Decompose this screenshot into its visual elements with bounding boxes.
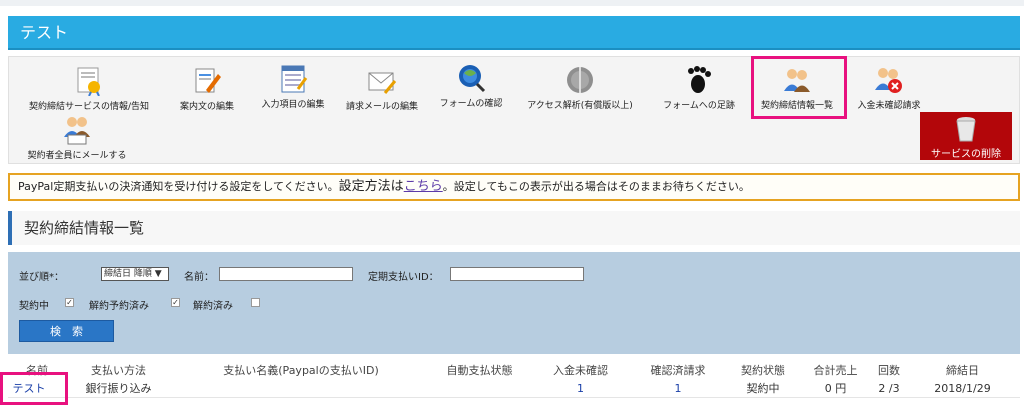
cell-total-sales: 0 円 xyxy=(824,382,847,395)
toolbar-label: 入金未確認請求 xyxy=(857,101,921,111)
toolbar-label: 入力項目の編集 xyxy=(261,100,325,110)
toolbar-label: 契約者全員にメールする xyxy=(27,151,127,161)
search-panel: 並び順*： 締結日 降順 ▼ 名前： 定期支払いID： 契約中 ✓ 解約予約済み… xyxy=(8,252,1020,354)
footprint-icon xyxy=(684,65,714,95)
toolbar-item-unpaid[interactable]: 入金未確認請求 xyxy=(849,65,929,111)
status-cancelled-label: 解約済み xyxy=(193,301,233,312)
service-title: テスト xyxy=(8,16,1020,50)
form-list-icon xyxy=(278,64,308,94)
toolbar-item-footprint[interactable]: フォームへの足跡 xyxy=(651,65,747,111)
notice-text: PayPal定期支払いの決済通知を受け付ける設定をしてください。 xyxy=(18,180,339,193)
name-label: 名前： xyxy=(184,272,214,283)
status-scheduled-label: 解約予約済み xyxy=(89,301,149,312)
users-mail-icon xyxy=(62,115,92,145)
toolbar-item-guide-edit[interactable]: 案内文の編集 xyxy=(169,66,245,112)
notice-text-after: 。設定してもこの表示が出る場合はそのままお待ちください。 xyxy=(442,180,750,193)
row-highlight-frame xyxy=(0,372,68,405)
col-header: 入金未確認 xyxy=(553,364,608,377)
highlight-frame xyxy=(751,56,847,119)
table-header: 名前 支払い方法 支払い名義(Paypalの支払いID) 自動支払状態 入金未確… xyxy=(8,362,1020,380)
cell-auto-status xyxy=(431,380,528,398)
toolbar-item-mail-all[interactable]: 契約者全員にメールする xyxy=(19,115,135,161)
toolbar-label: フォームへの足跡 xyxy=(663,101,735,111)
top-strip xyxy=(0,0,1024,6)
toolbar-label: フォームの確認 xyxy=(439,99,503,109)
status-active-checkbox[interactable]: ✓ xyxy=(65,298,74,307)
notice-link[interactable]: こちら xyxy=(404,179,443,194)
section-title: 契約締結情報一覧 xyxy=(8,211,1020,245)
document-edit-icon xyxy=(192,66,222,96)
cell-contract-status: 契約中 xyxy=(746,382,780,395)
status-cancelled-checkbox[interactable] xyxy=(251,298,260,307)
toolbar-item-input-edit[interactable]: 入力項目の編集 xyxy=(253,64,333,110)
toolbar-item-service-info[interactable]: 契約締結サービスの情報/告知 xyxy=(19,66,159,112)
search-button[interactable]: 検 索 xyxy=(19,320,114,342)
cell-confirmed[interactable]: 1 xyxy=(633,380,723,398)
col-header: 回数 xyxy=(878,364,900,377)
col-header: 合計売上 xyxy=(813,364,858,377)
analytics-icon xyxy=(565,65,595,95)
delete-service-label: サービスの削除 xyxy=(931,149,1001,160)
col-header: 自動支払状態 xyxy=(446,364,513,377)
trash-icon xyxy=(956,117,976,142)
sort-select[interactable]: 締結日 降順 ▼ xyxy=(101,267,169,281)
cell-count: 2 /3 xyxy=(878,382,900,395)
sub-id-label: 定期支払いID： xyxy=(368,272,439,283)
mail-edit-icon xyxy=(367,66,397,96)
toolbar-item-form-check[interactable]: フォームの確認 xyxy=(433,63,509,109)
sub-id-input[interactable] xyxy=(450,267,584,281)
toolbar-label: 契約締結サービスの情報/告知 xyxy=(28,102,150,112)
status-active-label: 契約中 xyxy=(19,301,49,312)
notice-text-big: 設定方法は xyxy=(338,179,404,194)
globe-search-icon xyxy=(456,63,486,93)
toolbar-label: 請求メールの編集 xyxy=(345,102,418,112)
name-input[interactable] xyxy=(219,267,353,281)
toolbar-label: アクセス解析(有償版以上) xyxy=(527,101,633,111)
col-header: 締結日 xyxy=(946,364,979,377)
toolbar-item-mail-edit[interactable]: 請求メールの編集 xyxy=(339,66,425,112)
col-header: 支払い名義(Paypalの支払いID) xyxy=(223,364,379,377)
users-cancel-icon xyxy=(874,65,904,95)
cell-payment-name xyxy=(171,380,431,398)
cell-unpaid[interactable]: 1 xyxy=(528,380,633,398)
sort-label: 並び順*： xyxy=(19,272,64,283)
paypal-notice: PayPal定期支払いの決済通知を受け付ける設定をしてください。設定方法はこちら… xyxy=(8,173,1020,201)
col-header: 確認済請求 xyxy=(650,364,706,377)
cell-payment-method: 銀行振り込み xyxy=(85,382,152,395)
status-scheduled-checkbox[interactable]: ✓ xyxy=(171,298,180,307)
toolbar: 契約締結サービスの情報/告知 案内文の編集 入力項目の編集 請求メールの編集 フ… xyxy=(8,56,1020,164)
col-header: 支払い方法 xyxy=(91,364,146,377)
delete-service-button[interactable]: サービスの削除 xyxy=(920,112,1012,160)
toolbar-label: 案内文の編集 xyxy=(179,102,234,112)
toolbar-item-analytics[interactable]: アクセス解析(有償版以上) xyxy=(517,65,643,111)
col-header: 契約状態 xyxy=(741,364,785,377)
cell-contract-date: 2018/1/29 xyxy=(934,382,991,395)
table-row[interactable]: テスト 銀行振り込み 1 1 契約中 0 円 2 /3 2018/1/29 xyxy=(8,380,1020,398)
certificate-icon xyxy=(74,66,104,97)
